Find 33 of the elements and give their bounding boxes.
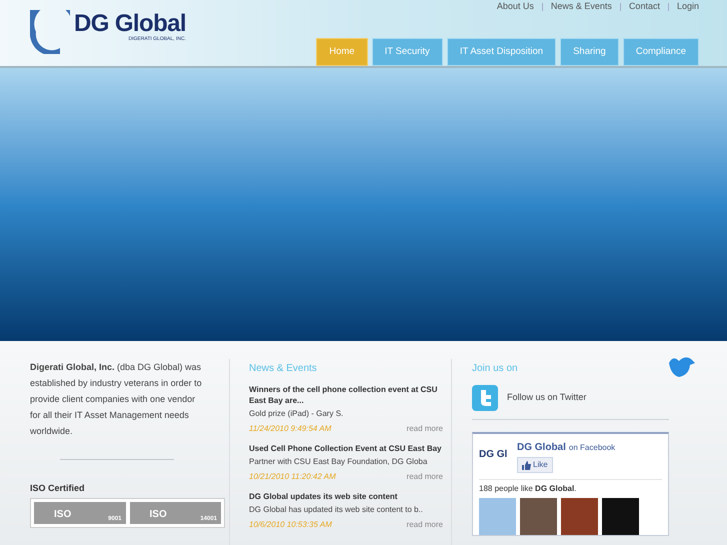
- thumbs-up-icon: [522, 460, 531, 470]
- news-date: 10/6/2010 10:53:35 AM: [249, 519, 332, 531]
- read-more-link[interactable]: read more: [406, 519, 443, 531]
- news-summary: DG Global has updated its web site content to b..: [249, 504, 424, 516]
- top-link[interactable]: About Us: [496, 0, 534, 14]
- news-date: 10/21/2010 11:20:42 AM: [249, 471, 336, 483]
- page-logo: DG Gl: [479, 448, 508, 462]
- news-date: 11/24/2010 9:49:54 AM: [249, 423, 332, 435]
- news-heading: News & Events: [249, 362, 318, 376]
- top-link[interactable]: News & Events: [550, 0, 612, 14]
- news-summary: Gold prize (iPad) - Gary S.: [249, 408, 344, 420]
- twitter-icon[interactable]: [472, 385, 498, 411]
- read-more-link[interactable]: read more: [406, 423, 443, 435]
- top-link[interactable]: Login: [676, 0, 699, 14]
- news-title[interactable]: Used Cell Phone Collection Event at CSU East Bay: [249, 443, 443, 454]
- news-title[interactable]: DG Global updates its web site content: [249, 491, 443, 502]
- facebook-page-link[interactable]: DG Global: [517, 440, 566, 455]
- social-heading: Join us on: [472, 362, 518, 376]
- read-more-link[interactable]: read more: [406, 471, 443, 483]
- like-button[interactable]: Like: [517, 457, 553, 473]
- news-title[interactable]: Winners of the cell phone collection event at CSU East Bay are...: [249, 384, 443, 406]
- fan-photo-placeholder[interactable]: [520, 498, 557, 535]
- fan-photo-placeholder[interactable]: [602, 498, 639, 535]
- iso-heading: ISO Certified: [30, 482, 86, 495]
- twitter-link[interactable]: Follow us on Twitter: [507, 391, 586, 405]
- likes-count: 188 people like DG Global.: [479, 483, 578, 495]
- fan-photo-placeholder[interactable]: [561, 498, 598, 535]
- fan-photo-placeholder[interactable]: [479, 498, 516, 535]
- about-text: Digerati Global, Inc. (dba DG Global) was established by industry veterans in order to provide client companies with one vendor for all their IT Asset Management needs worldwide.: [30, 361, 203, 438]
- logo-wordmark[interactable]: DG Global: [74, 12, 186, 36]
- top-link[interactable]: Contact: [628, 0, 660, 14]
- news-summary: Partner with CSU East Bay Foundation, DG Globa: [249, 456, 428, 468]
- facebook-suffix: on Facebook: [568, 442, 616, 454]
